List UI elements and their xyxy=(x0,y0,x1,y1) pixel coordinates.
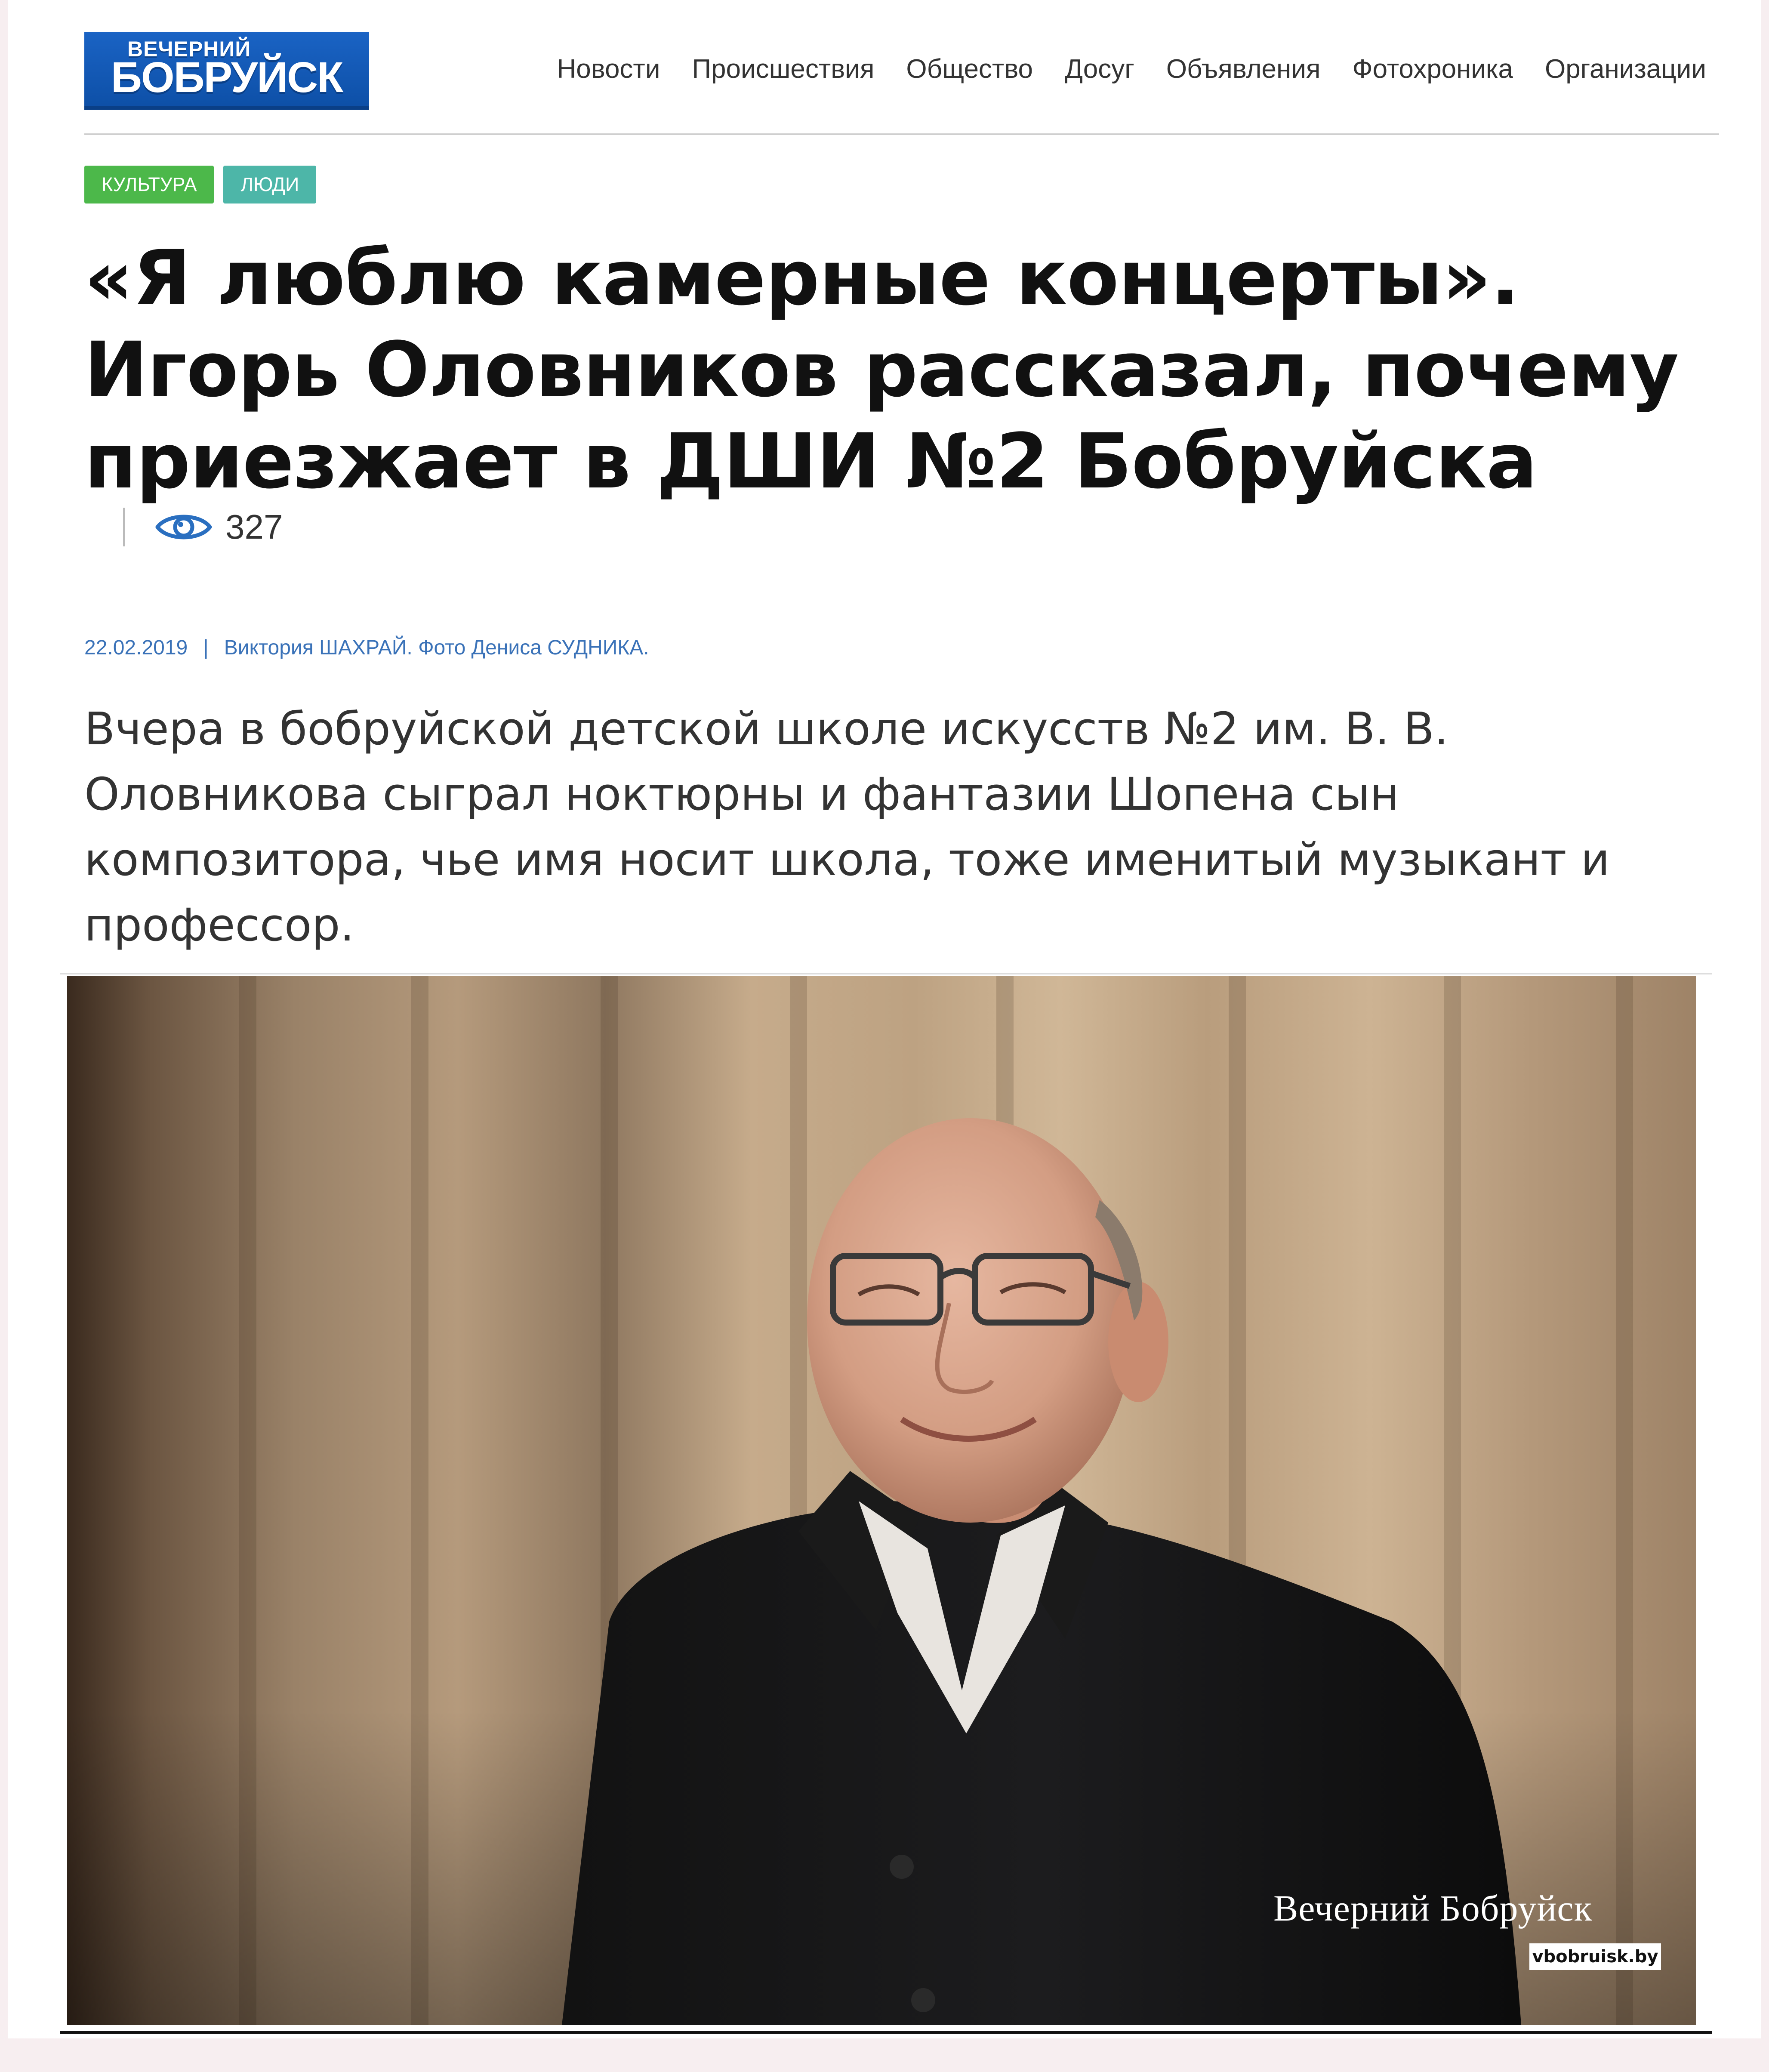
article-photo xyxy=(67,976,1696,2025)
article-meta: 22.02.2019 | Виктория ШАХРАЙ. Фото Денис… xyxy=(84,636,649,660)
article-author: Виктория ШАХРАЙ. Фото Дениса СУДНИКА. xyxy=(224,636,649,659)
article-lead: Вчера в бобруйской детской школе искусст… xyxy=(84,703,1610,951)
nav-item-ads[interactable]: Объявления xyxy=(1166,54,1321,84)
nav-item-society[interactable]: Общество xyxy=(906,54,1033,84)
meta-separator: | xyxy=(203,636,209,659)
site-header: ВЕЧЕРНИЙ БОБРУЙСК Новости Происшествия О… xyxy=(84,0,1719,135)
nav-item-incidents[interactable]: Происшествия xyxy=(692,54,874,84)
article-header: «Я люблю камерные концерты». Игорь Оловн… xyxy=(84,232,1719,561)
article-title: «Я люблю камерные концерты». Игорь Оловн… xyxy=(84,234,1679,506)
views-count: 327 xyxy=(225,508,283,546)
view-counter: 327 xyxy=(123,507,283,547)
photo-watermark-title: Вечерний Бобруйск xyxy=(1273,1887,1593,1929)
logo-main-line: БОБРУЙСК xyxy=(111,53,343,102)
page: ВЕЧЕРНИЙ БОБРУЙСК Новости Происшествия О… xyxy=(8,0,1761,2038)
nav-item-organizations[interactable]: Организации xyxy=(1545,54,1706,84)
nav-item-leisure[interactable]: Досуг xyxy=(1065,54,1134,84)
article-tags: КУЛЬТУРА ЛЮДИ xyxy=(84,166,317,204)
article-date: 22.02.2019 xyxy=(84,636,188,659)
nav-item-photo-chronicle[interactable]: Фотохроника xyxy=(1352,54,1513,84)
tag-culture[interactable]: КУЛЬТУРА xyxy=(84,166,214,204)
article-photo-frame: Вечерний Бобруйск vbobruisk.by xyxy=(60,973,1712,2034)
tag-people[interactable]: ЛЮДИ xyxy=(223,166,317,204)
photo-watermark-url: vbobruisk.by xyxy=(1529,1943,1661,1970)
site-logo[interactable]: ВЕЧЕРНИЙ БОБРУЙСК xyxy=(84,32,369,110)
main-nav: Новости Происшествия Общество Досуг Объя… xyxy=(557,54,1706,84)
nav-item-news[interactable]: Новости xyxy=(557,54,660,84)
eye-icon xyxy=(155,515,212,540)
views-divider xyxy=(123,508,125,546)
